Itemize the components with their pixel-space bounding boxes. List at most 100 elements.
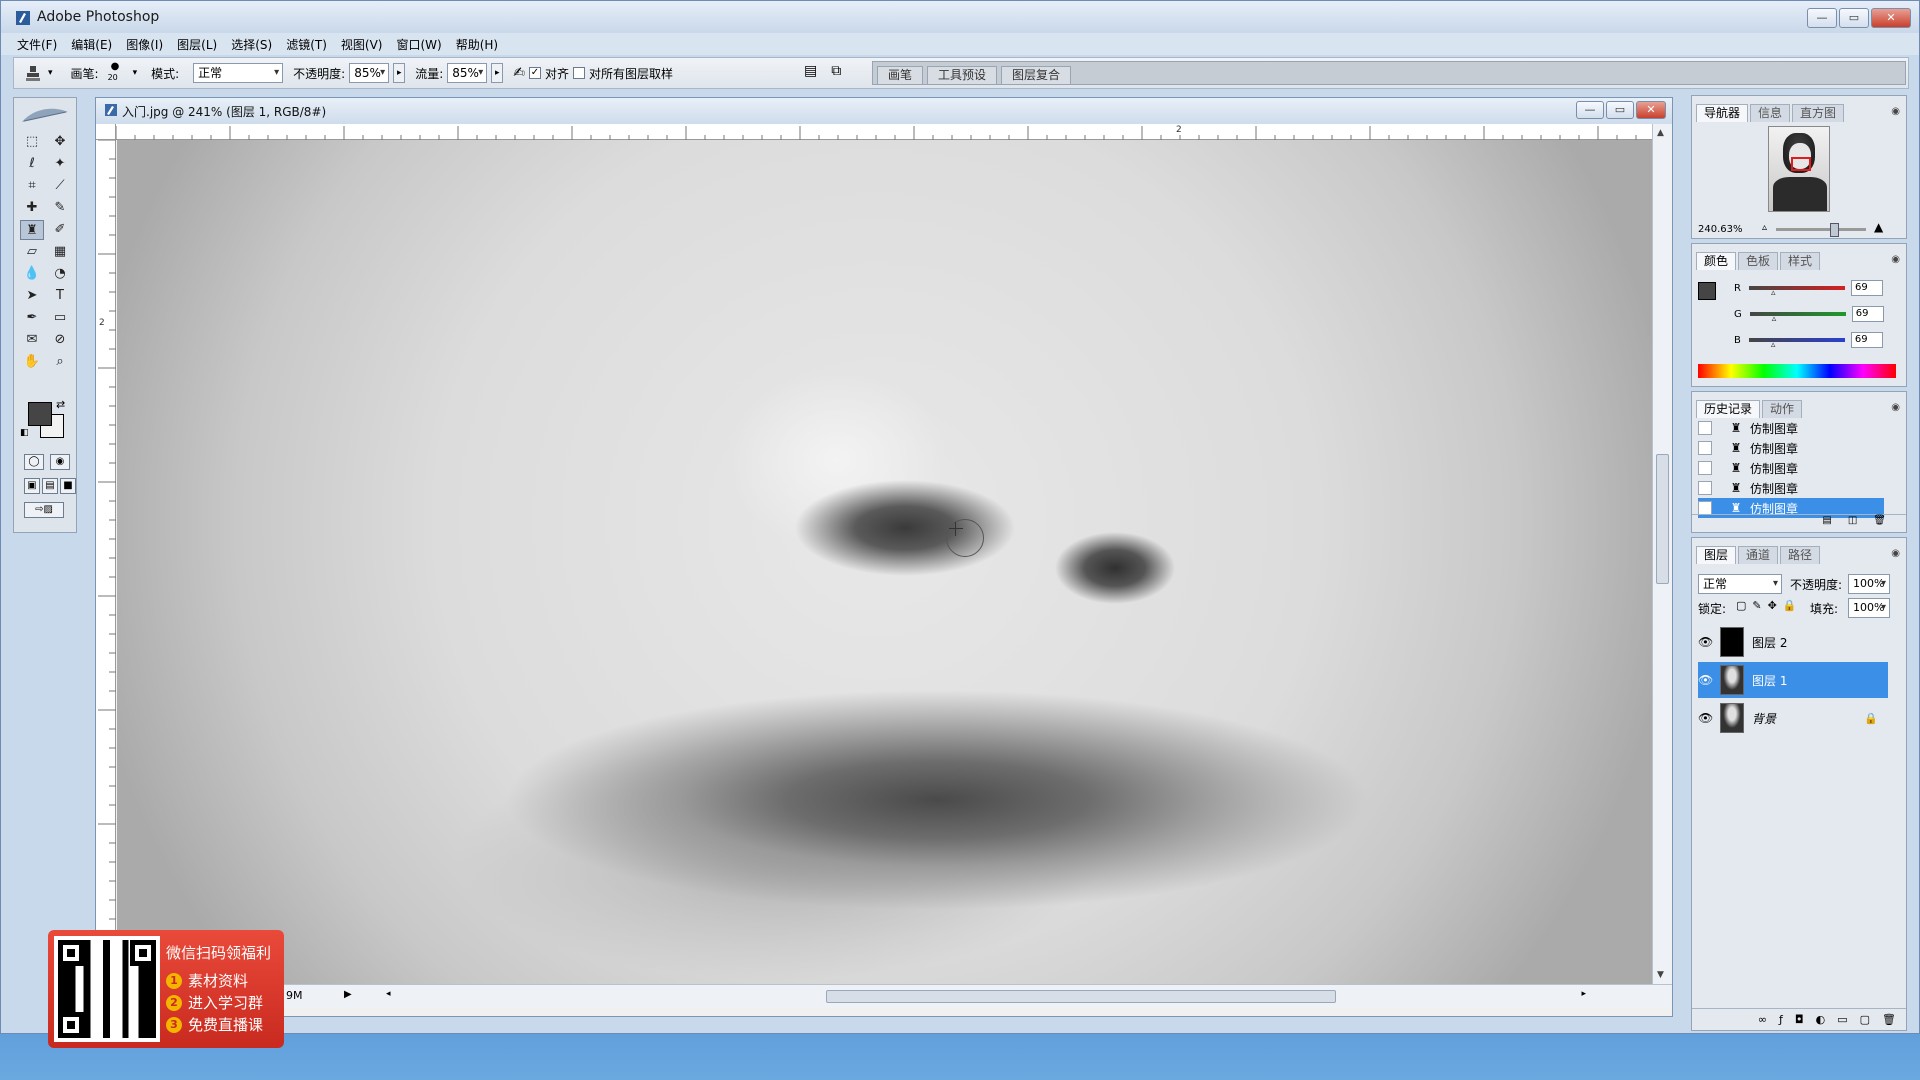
history-item[interactable]: ♜ 仿制图章	[1698, 438, 1884, 458]
lock-image-icon[interactable]: ✎	[1752, 599, 1761, 612]
layer-row[interactable]: 👁 图层 2	[1698, 624, 1888, 660]
visibility-eye-icon[interactable]: 👁	[1698, 711, 1713, 725]
doc-maximize-button[interactable]: ▭	[1606, 101, 1634, 119]
menu-select[interactable]: 选择(S)	[231, 36, 272, 53]
panel-menu-icon[interactable]: ◉	[1891, 254, 1900, 265]
quick-mask-mode-icon[interactable]: ◉	[50, 454, 70, 470]
menu-layer[interactable]: 图层(L)	[177, 36, 217, 53]
clone-stamp-tool-icon[interactable]: ♜	[20, 220, 44, 240]
pen-tool-icon[interactable]: ✒	[20, 308, 44, 328]
history-brush-tool-icon[interactable]: ✐	[48, 220, 72, 240]
scroll-left-icon[interactable]: ◂	[386, 989, 391, 999]
layer-style-icon[interactable]: ƒ	[1779, 1013, 1783, 1026]
panel-menu-icon[interactable]: ◉	[1891, 402, 1900, 413]
minimize-button[interactable]: —	[1807, 8, 1837, 28]
history-snapshot-checkbox[interactable]	[1698, 461, 1712, 475]
tab-history[interactable]: 历史记录	[1696, 400, 1761, 418]
panel-menu-icon[interactable]: ◉	[1891, 106, 1900, 117]
trash-icon[interactable]: 🗑	[1873, 515, 1886, 532]
brush-picker[interactable]: ● 20	[103, 61, 129, 85]
chevron-down-icon[interactable]: ▾	[133, 68, 138, 78]
blur-tool-icon[interactable]: 💧	[20, 264, 44, 284]
lock-all-icon[interactable]: 🔒	[1783, 599, 1797, 612]
tab-navigator[interactable]: 导航器	[1696, 104, 1749, 122]
path-selection-tool-icon[interactable]: ➤	[20, 286, 44, 306]
history-snapshot-checkbox[interactable]	[1698, 501, 1712, 515]
notes-tool-icon[interactable]: ✉	[20, 330, 44, 350]
image-canvas[interactable]	[117, 140, 1654, 984]
channel-slider-g[interactable]	[1749, 312, 1846, 324]
menu-file[interactable]: 文件(F)	[17, 36, 57, 53]
vertical-scroll-thumb[interactable]	[1656, 454, 1669, 584]
horizontal-ruler[interactable]: 2	[116, 124, 1654, 140]
channel-value-g[interactable]: 69	[1851, 306, 1884, 322]
move-tool-icon[interactable]: ✥	[48, 132, 72, 152]
toggle-brushes-palette-icon[interactable]: ▤	[804, 63, 817, 79]
foreground-color-swatch[interactable]	[28, 402, 52, 426]
close-button[interactable]: ✕	[1871, 8, 1911, 28]
scroll-up-icon[interactable]: ▲	[1657, 128, 1664, 138]
channel-value-b[interactable]: 69	[1850, 332, 1883, 348]
history-item[interactable]: ♜ 仿制图章	[1698, 478, 1884, 498]
dodge-tool-icon[interactable]: ◔	[48, 264, 72, 284]
tab-color[interactable]: 颜色	[1696, 252, 1737, 270]
hand-tool-icon[interactable]: ✋	[20, 352, 44, 372]
menu-window[interactable]: 窗口(W)	[396, 36, 441, 53]
zoom-out-icon[interactable]: ▵	[1762, 222, 1767, 233]
well-tab-tool-presets[interactable]: 工具预设	[927, 66, 998, 84]
tab-histogram[interactable]: 直方图	[1792, 104, 1845, 122]
history-snapshot-checkbox[interactable]	[1698, 421, 1712, 435]
standard-screen-mode-icon[interactable]: ▣	[24, 478, 40, 494]
lock-position-icon[interactable]: ✥	[1768, 599, 1777, 612]
eyedropper-tool-icon[interactable]: ⊘	[48, 330, 72, 350]
panel-menu-icon[interactable]: ◉	[1891, 548, 1900, 559]
channel-value-r[interactable]: 69	[1850, 280, 1883, 296]
horizontal-scrollbar[interactable]: ◂ ▸	[386, 989, 1586, 1005]
vertical-ruler[interactable]: 2	[96, 140, 116, 984]
sample-all-layers-checkbox[interactable]	[573, 67, 585, 79]
menu-image[interactable]: 图像(I)	[126, 36, 163, 53]
navigator-thumbnail[interactable]	[1768, 126, 1830, 212]
zoom-value[interactable]: 240.63%	[1698, 224, 1743, 235]
tab-actions[interactable]: 动作	[1762, 400, 1803, 418]
standard-mode-icon[interactable]: ◯	[24, 454, 44, 470]
horizontal-scroll-thumb[interactable]	[826, 990, 1336, 1003]
maximize-button[interactable]: ▭	[1839, 8, 1869, 28]
fill-field[interactable]: 100%	[1848, 598, 1890, 618]
adjustment-layer-icon[interactable]: ◐	[1816, 1013, 1826, 1026]
new-document-from-state-icon[interactable]: ▤	[1822, 515, 1831, 532]
trash-icon[interactable]: 🗑	[1882, 1013, 1896, 1026]
mode-select[interactable]: 正常	[193, 63, 284, 83]
layer-opacity-field[interactable]: 100%	[1848, 574, 1890, 594]
doc-close-button[interactable]: ✕	[1636, 101, 1666, 119]
menu-filter[interactable]: 滤镜(T)	[286, 36, 327, 53]
promo-banner[interactable]: 微信扫码领福利 1 素材资料 2 进入学习群 3 免费直播课	[48, 930, 284, 1048]
view-box[interactable]	[1791, 157, 1811, 171]
layer-row-selected[interactable]: 👁 图层 1	[1698, 662, 1888, 698]
tab-paths[interactable]: 路径	[1780, 546, 1821, 564]
status-menu-arrow-icon[interactable]: ▶	[344, 989, 352, 1000]
history-item[interactable]: ♜ 仿制图章	[1698, 418, 1884, 438]
ruler-origin[interactable]	[96, 124, 116, 140]
zoom-in-icon[interactable]: ▲	[1874, 220, 1883, 234]
full-screen-menu-mode-icon[interactable]: ▤	[42, 478, 58, 494]
link-layers-icon[interactable]: ∞	[1758, 1013, 1767, 1026]
layer-row[interactable]: 👁 背景 🔒	[1698, 700, 1888, 736]
brush-tool-icon[interactable]: ✎	[48, 198, 72, 218]
aligned-checkbox[interactable]: ✓	[528, 67, 541, 79]
new-snapshot-icon[interactable]: ◫	[1848, 515, 1857, 532]
flow-field[interactable]: 85%	[447, 63, 488, 83]
marquee-tool-icon[interactable]: ⬚	[20, 132, 44, 152]
menu-edit[interactable]: 编辑(E)	[71, 36, 112, 53]
opacity-slider-toggle[interactable]: ▸	[393, 63, 406, 83]
opacity-field[interactable]: 85%	[349, 63, 390, 83]
default-colors-icon[interactable]: ◧	[20, 428, 29, 438]
color-foreground-swatch[interactable]	[1698, 282, 1716, 300]
flow-slider-toggle[interactable]: ▸	[491, 63, 504, 83]
zoom-slider[interactable]	[1776, 223, 1866, 237]
tab-info[interactable]: 信息	[1750, 104, 1791, 122]
lasso-tool-icon[interactable]: ℓ	[20, 154, 44, 174]
jump-to-imageready-icon[interactable]: ⇨▨	[24, 502, 64, 518]
blend-mode-select[interactable]: 正常	[1698, 574, 1782, 594]
zoom-tool-icon[interactable]: ⌕	[48, 352, 72, 372]
